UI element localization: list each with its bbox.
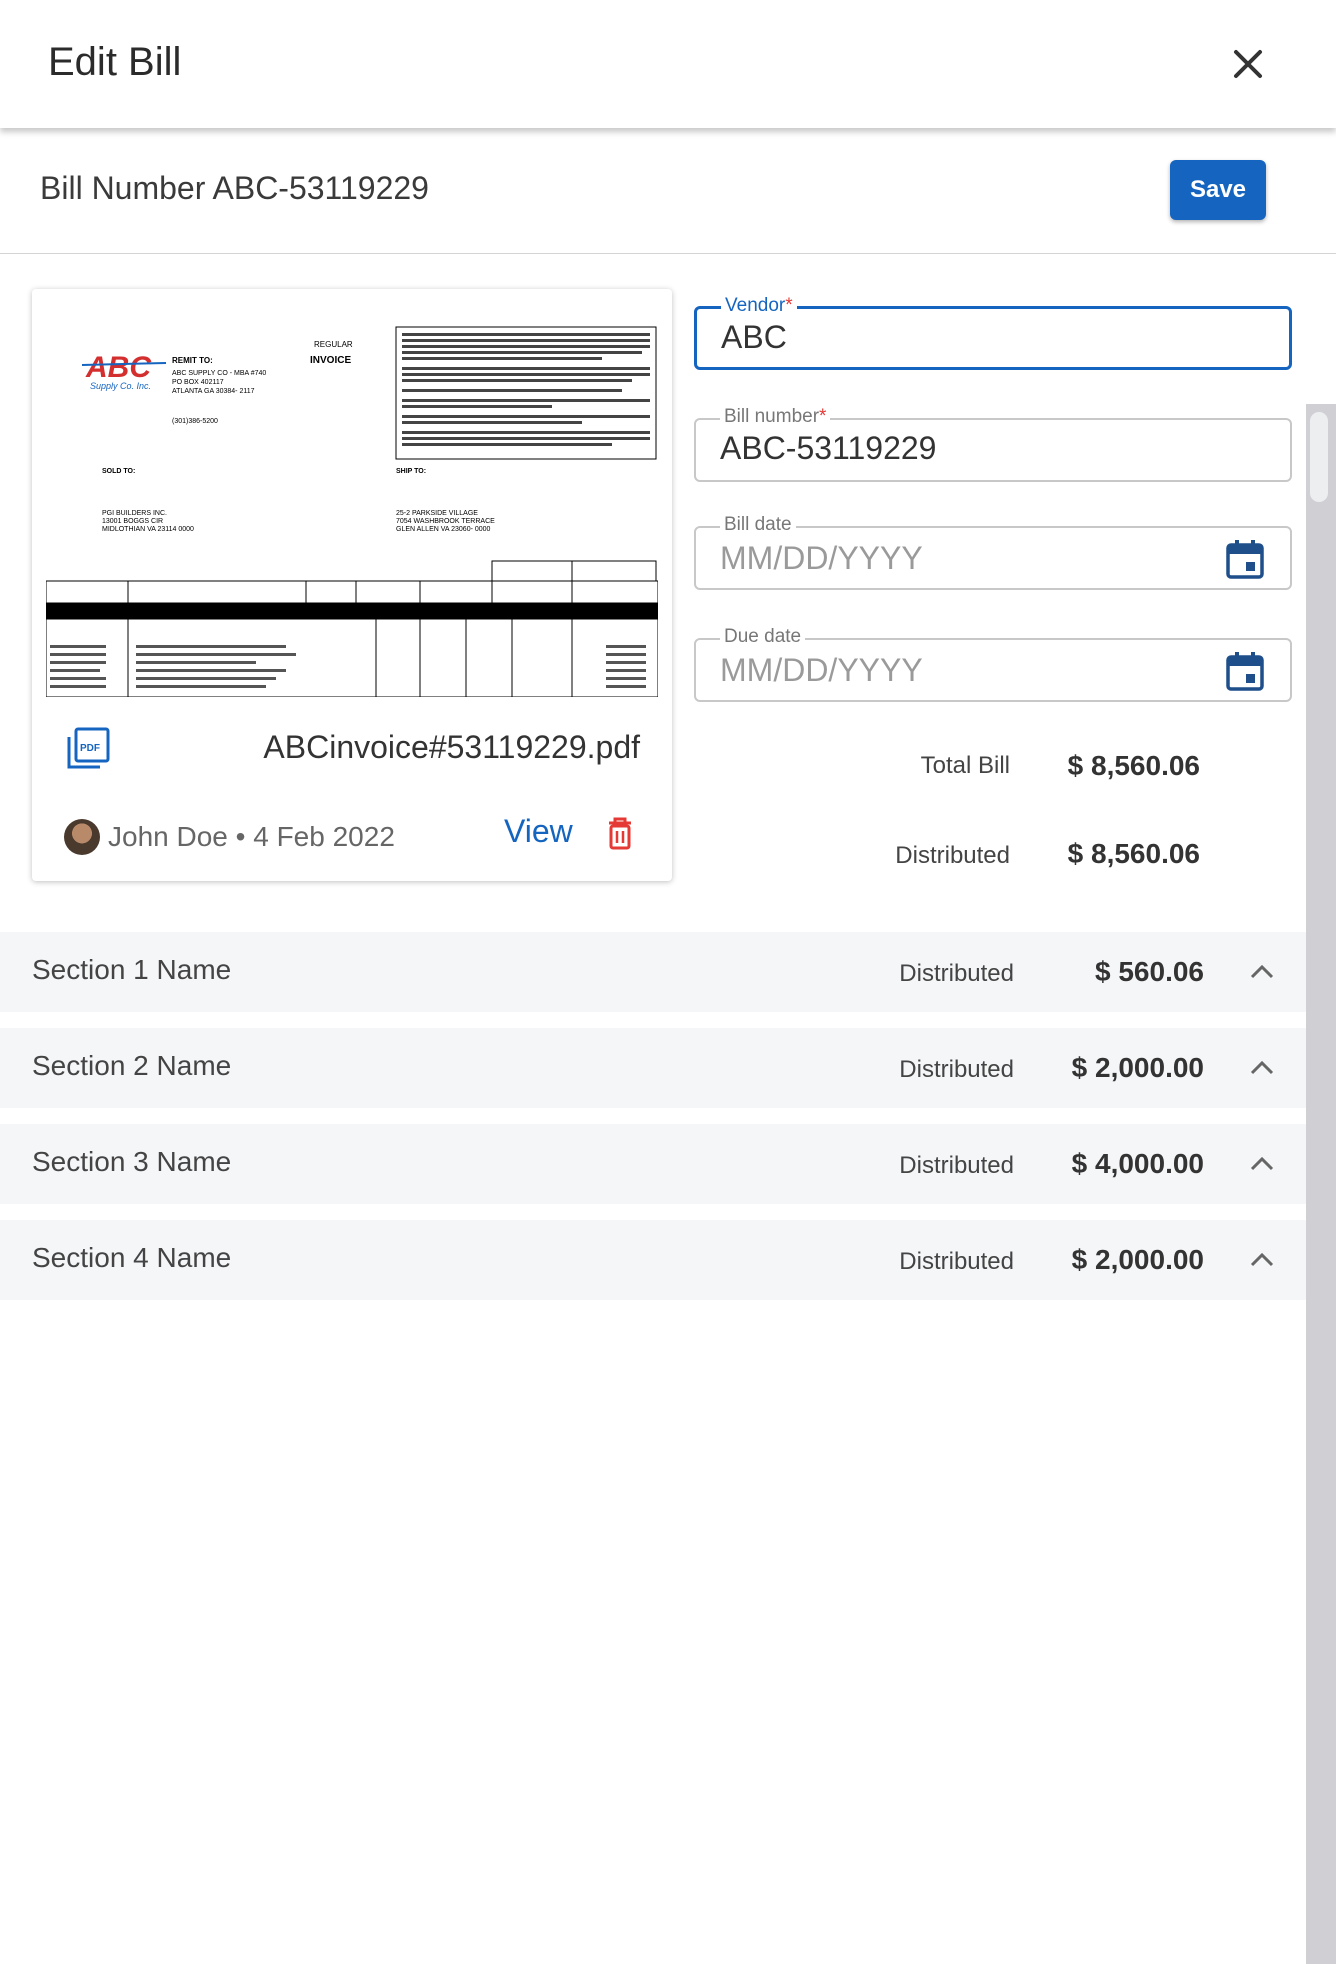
svg-text:INVOICE: INVOICE <box>310 355 351 366</box>
view-document-link[interactable]: View <box>504 813 573 850</box>
svg-text:PGI BUILDERS INC.: PGI BUILDERS INC. <box>102 510 167 517</box>
vendor-field[interactable]: Vendor* ABC <box>694 295 1292 370</box>
distributed-label: Distributed <box>895 842 1010 869</box>
due-date-label: Due date <box>720 626 806 648</box>
uploader-info: John Doe • 4 Feb 2022 <box>64 817 395 857</box>
bill-number-field[interactable]: Bill number* ABC-53119229 <box>694 406 1292 482</box>
svg-text:GLEN ALLEN VA 23060- 0000: GLEN ALLEN VA 23060- 0000 <box>396 526 491 533</box>
calendar-icon[interactable] <box>1224 650 1266 692</box>
bill-date-placeholder: MM/DD/YYYY <box>720 540 923 576</box>
document-card: ABC Supply Co. Inc. REMIT TO: ABC SUPPLY… <box>32 289 672 881</box>
section-row[interactable]: Section 2 Name Distributed $ 2,000.00 <box>0 1028 1306 1108</box>
due-date-field[interactable]: Due date MM/DD/YYYY <box>694 626 1292 702</box>
section-distributed-label: Distributed <box>899 1248 1014 1275</box>
svg-text:MIDLOTHIAN VA 23114 0000: MIDLOTHIAN VA 23114 0000 <box>102 526 194 533</box>
chevron-up-icon[interactable] <box>1244 1146 1280 1182</box>
close-icon[interactable] <box>1224 40 1272 88</box>
uploader-text: John Doe • 4 Feb 2022 <box>108 821 395 852</box>
trash-icon[interactable] <box>600 813 640 853</box>
calendar-icon[interactable] <box>1224 538 1266 580</box>
svg-text:ATLANTA GA 30384- 2117: ATLANTA GA 30384- 2117 <box>172 388 255 395</box>
chevron-up-icon[interactable] <box>1244 1050 1280 1086</box>
section-row[interactable]: Section 3 Name Distributed $ 4,000.00 <box>0 1124 1306 1204</box>
save-button[interactable]: Save <box>1170 160 1266 220</box>
total-bill-label: Total Bill <box>920 752 1010 779</box>
total-bill-value: $ 8,560.06 <box>1067 750 1200 781</box>
bill-number-label: Bill number* <box>720 406 831 428</box>
due-date-placeholder: MM/DD/YYYY <box>720 652 923 688</box>
svg-text:SHIP TO:: SHIP TO: <box>396 468 426 475</box>
svg-text:PO BOX 402117: PO BOX 402117 <box>172 379 224 386</box>
section-name: Section 1 Name <box>32 954 232 985</box>
svg-text:13001 BOGGS CIR: 13001 BOGGS CIR <box>102 518 163 525</box>
invoice-logo: ABC <box>85 351 152 384</box>
section-row[interactable]: Section 4 Name Distributed $ 2,000.00 <box>0 1220 1306 1300</box>
section-name: Section 3 Name <box>32 1146 232 1177</box>
bill-number-value: ABC-53119229 <box>720 430 937 466</box>
section-name: Section 2 Name <box>32 1050 232 1081</box>
svg-text:SOLD TO:: SOLD TO: <box>102 468 135 475</box>
dialog-header: Edit Bill <box>0 0 1336 128</box>
vendor-label: Vendor* <box>721 295 797 317</box>
svg-text:(301)386-5200: (301)386-5200 <box>172 418 218 425</box>
bill-number-title: Bill Number ABC-53119229 <box>40 170 429 206</box>
section-amount: $ 2,000.00 <box>1071 1244 1204 1275</box>
svg-text:REGULAR: REGULAR <box>314 340 353 349</box>
document-filename: ABCinvoice#53119229.pdf <box>263 729 640 765</box>
bill-bar: Bill Number ABC-53119229 Save <box>0 128 1336 254</box>
scrollbar-track[interactable] <box>1306 404 1336 1964</box>
chevron-up-icon[interactable] <box>1244 954 1280 990</box>
section-name: Section 4 Name <box>32 1242 232 1273</box>
section-amount: $ 2,000.00 <box>1071 1052 1204 1083</box>
svg-text:Supply Co. Inc.: Supply Co. Inc. <box>90 381 151 391</box>
invoice-thumbnail[interactable]: ABC Supply Co. Inc. REMIT TO: ABC SUPPLY… <box>46 305 658 697</box>
section-amount: $ 560.06 <box>1095 956 1204 987</box>
svg-text:PDF: PDF <box>80 743 100 754</box>
distributed-value: $ 8,560.06 <box>1067 838 1200 869</box>
chevron-up-icon[interactable] <box>1244 1242 1280 1278</box>
svg-text:ABC SUPPLY CO - MBA #740: ABC SUPPLY CO - MBA #740 <box>172 370 266 377</box>
section-distributed-label: Distributed <box>899 1056 1014 1083</box>
bill-date-label: Bill date <box>720 514 796 536</box>
svg-text:REMIT TO:: REMIT TO: <box>172 356 213 365</box>
avatar <box>64 819 100 855</box>
dialog-title: Edit Bill <box>48 40 182 84</box>
section-amount: $ 4,000.00 <box>1071 1148 1204 1179</box>
section-distributed-label: Distributed <box>899 960 1014 987</box>
section-row[interactable]: Section 1 Name Distributed $ 560.06 <box>0 932 1306 1012</box>
bill-date-field[interactable]: Bill date MM/DD/YYYY <box>694 514 1292 590</box>
svg-text:25-2 PARKSIDE VILLAGE: 25-2 PARKSIDE VILLAGE <box>396 510 478 517</box>
svg-text:7054 WASHBROOK TERRACE: 7054 WASHBROOK TERRACE <box>396 518 495 525</box>
scrollbar-thumb[interactable] <box>1310 412 1328 502</box>
pdf-icon: PDF <box>67 727 110 769</box>
vendor-value: ABC <box>721 319 787 355</box>
section-distributed-label: Distributed <box>899 1152 1014 1179</box>
